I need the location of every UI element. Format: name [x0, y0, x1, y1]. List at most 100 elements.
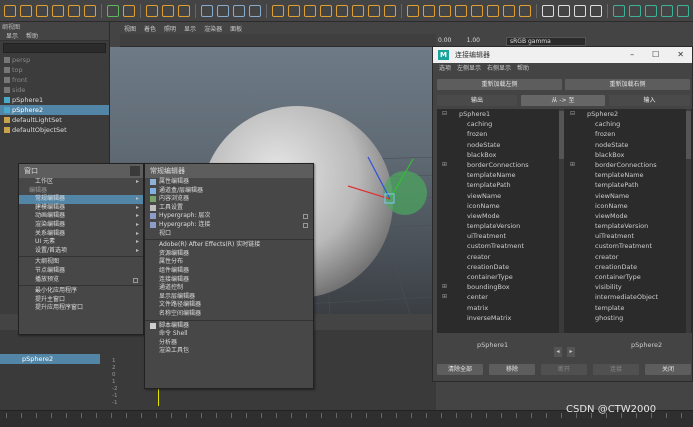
left-scrollbar-thumb[interactable]: [559, 111, 564, 159]
attribute-row[interactable]: nodeState: [565, 140, 693, 150]
attribute-row[interactable]: uiTreatment: [565, 231, 693, 241]
toolbar-tool-icon[interactable]: [519, 4, 531, 17]
attribute-row[interactable]: matrix: [437, 303, 565, 313]
window-menu-item[interactable]: 最小化应用程序: [19, 287, 143, 296]
toolbar-tool-icon[interactable]: [201, 4, 213, 17]
toolbar-tool-icon[interactable]: [542, 4, 554, 17]
attribute-row[interactable]: creator: [437, 252, 565, 262]
attribute-row[interactable]: customTreatment: [437, 241, 565, 251]
toolbar-tool-icon[interactable]: [233, 4, 245, 17]
general-editor-item[interactable]: 名称空间编辑器: [145, 310, 313, 319]
page-right-icon[interactable]: ▸: [567, 347, 575, 357]
attribute-row[interactable]: blackBox: [437, 150, 565, 160]
general-editor-item[interactable]: Hypergraph: 连接: [145, 221, 313, 230]
attribute-row[interactable]: ⊞ borderConnections: [565, 160, 693, 170]
gamma-values[interactable]: 0.00 1.00: [438, 37, 480, 44]
expand-icon[interactable]: ⊞: [442, 282, 447, 292]
window-menu-item[interactable]: 关系编辑器 ▸: [19, 230, 143, 239]
toolbar-tool-icon[interactable]: [645, 4, 657, 17]
right-attribute-list[interactable]: ⊟ pSphere2 caching frozen nodeState blackBox ⊞…: [565, 109, 693, 333]
attribute-row[interactable]: intermediateObject: [565, 292, 693, 302]
toolbar-tool-icon[interactable]: [217, 4, 229, 17]
attribute-row[interactable]: caching: [565, 119, 693, 129]
toolbar-tool-icon[interactable]: [107, 4, 119, 17]
attribute-row[interactable]: nodeState: [437, 140, 565, 150]
toolbar-tool-icon[interactable]: [272, 4, 284, 17]
attribute-row[interactable]: iconName: [437, 201, 565, 211]
attribute-row[interactable]: viewName: [565, 191, 693, 201]
attribute-row[interactable]: frozen: [437, 129, 565, 139]
collapse-icon[interactable]: ⊟: [442, 109, 447, 119]
connection-editor-menu-item[interactable]: 帮助: [517, 63, 529, 74]
outliner-item[interactable]: front: [0, 75, 109, 85]
menu-close-icon[interactable]: [130, 166, 140, 176]
close-icon[interactable]: ✕: [677, 47, 684, 63]
toolbar-tool-icon[interactable]: [304, 4, 316, 17]
toolbar-tool-icon[interactable]: [677, 4, 689, 17]
toolbar-tool-icon[interactable]: [558, 4, 570, 17]
make-connection-button[interactable]: 连接: [593, 364, 639, 375]
toolbar-tool-icon[interactable]: [123, 4, 135, 17]
toolbar-tool-icon[interactable]: [52, 4, 64, 17]
attribute-row[interactable]: customTreatment: [565, 241, 693, 251]
attribute-row[interactable]: creationDate: [437, 262, 565, 272]
toolbar-tool-icon[interactable]: [590, 4, 602, 17]
connection-editor-menu-item[interactable]: 右侧显示: [487, 63, 511, 74]
general-editor-item[interactable]: 属性编辑器: [145, 178, 313, 187]
toolbar-tool-icon[interactable]: [36, 4, 48, 17]
left-attribute-list[interactable]: ⊟ pSphere1 caching frozen nodeState blackBox ⊞…: [437, 109, 565, 333]
toolbar-tool-icon[interactable]: [471, 4, 483, 17]
attribute-row[interactable]: containerType: [437, 272, 565, 282]
attribute-row[interactable]: inverseMatrix: [437, 313, 565, 323]
general-editor-item[interactable]: Adobe(R) After Effects(R) 实时链接: [145, 241, 313, 250]
outliner-menu-display[interactable]: 显示: [6, 31, 18, 40]
attribute-row[interactable]: creator: [565, 252, 693, 262]
toolbar-tool-icon[interactable]: [352, 4, 364, 17]
reload-left-button[interactable]: 重新加载左侧: [437, 79, 562, 90]
attribute-row[interactable]: viewName: [437, 191, 565, 201]
outliner-item[interactable]: top: [0, 65, 109, 75]
toolbar-tool-icon[interactable]: [84, 4, 96, 17]
expand-icon[interactable]: ⊞: [570, 160, 575, 170]
attribute-row[interactable]: viewMode: [437, 211, 565, 221]
toolbar-tool-icon[interactable]: [336, 4, 348, 17]
attribute-row[interactable]: blackBox: [565, 150, 693, 160]
toolbar-tool-icon[interactable]: [178, 4, 190, 17]
attribute-row[interactable]: ⊞ boundingBox: [437, 282, 565, 292]
outliner-item[interactable]: pSphere2: [0, 105, 109, 115]
general-editor-item[interactable]: 通道控制: [145, 284, 313, 293]
close-button[interactable]: 关闭: [645, 364, 691, 375]
expand-icon[interactable]: ⊞: [442, 160, 447, 170]
timeline-selected-item[interactable]: pSphere2: [0, 354, 100, 364]
toolbar-tool-icon[interactable]: [320, 4, 332, 17]
toolbar-tool-icon[interactable]: [423, 4, 435, 17]
attribute-row[interactable]: viewMode: [565, 211, 693, 221]
connection-editor-menu-item[interactable]: 左侧显示: [457, 63, 481, 74]
attribute-row[interactable]: visibility: [565, 282, 693, 292]
general-editor-item[interactable]: 分析器: [145, 339, 313, 348]
toolbar-tool-icon[interactable]: [487, 4, 499, 17]
viewport-menu-item[interactable]: 渲染器: [204, 24, 222, 33]
window-menu-item[interactable]: 播放预览: [19, 276, 143, 285]
toolbar-tool-icon[interactable]: [249, 4, 261, 17]
attribute-row[interactable]: ⊞ center: [437, 292, 565, 302]
window-menu-item[interactable]: 大纲视图: [19, 258, 143, 267]
toolbar-tool-icon[interactable]: [455, 4, 467, 17]
general-editor-item[interactable]: 脚本编辑器: [145, 322, 313, 331]
toolbar-tool-icon[interactable]: [384, 4, 396, 17]
option-box-icon[interactable]: [303, 214, 308, 220]
general-editor-item[interactable]: 视口: [145, 230, 313, 239]
outliner-menu-help[interactable]: 帮助: [26, 31, 38, 40]
toolbar-tool-icon[interactable]: [503, 4, 515, 17]
outliner-item[interactable]: defaultObjectSet: [0, 125, 109, 135]
remove-button[interactable]: 移除: [489, 364, 535, 375]
toolbar-tool-icon[interactable]: [407, 4, 419, 17]
direction-toggle-button[interactable]: 从 -> 至: [521, 95, 605, 106]
toolbar-tool-icon[interactable]: [629, 4, 641, 17]
color-space-dropdown[interactable]: sRGB gamma: [506, 37, 586, 46]
attribute-row[interactable]: templateName: [437, 170, 565, 180]
general-editor-item[interactable]: 属性分布: [145, 258, 313, 267]
toolbar-tool-icon[interactable]: [146, 4, 158, 17]
window-menu-item[interactable]: 工作区 ▸: [19, 178, 143, 187]
clear-all-button[interactable]: 清除全部: [437, 364, 483, 375]
